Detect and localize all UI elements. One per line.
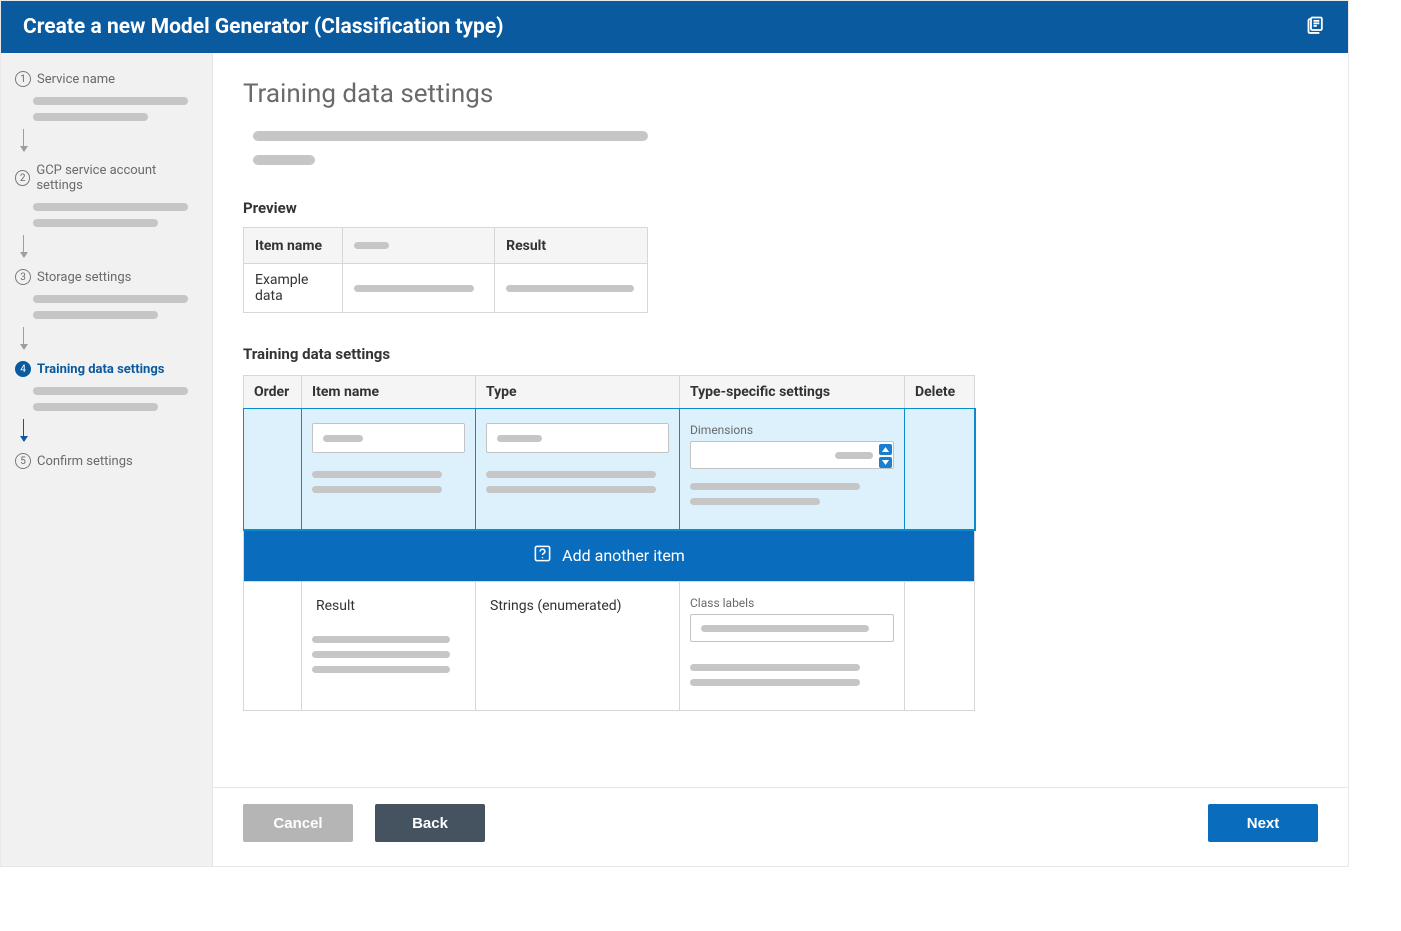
training-row-active: Dimensions <box>244 409 975 530</box>
training-data-table: Order Item name Type Type-specific setti… <box>243 375 975 711</box>
step-arrow-icon <box>23 129 24 151</box>
docs-icon[interactable] <box>1306 15 1326 39</box>
item-name-value: Result <box>312 596 465 614</box>
topbar: Create a new Model Generator (Classifica… <box>1 1 1348 53</box>
th-item: Item name <box>302 376 476 409</box>
add-another-item-button[interactable]: Add another item <box>244 530 974 581</box>
th-type: Type <box>476 376 680 409</box>
type-cell <box>476 409 680 530</box>
preview-row-label: Example data <box>244 264 343 313</box>
sidebar-step-3[interactable]: 3 Storage settings <box>15 269 198 319</box>
preview-header-blank <box>343 228 495 264</box>
th-delete: Delete <box>905 376 975 409</box>
dimensions-input[interactable] <box>690 441 894 469</box>
dimensions-label: Dimensions <box>690 423 894 437</box>
sidebar-step-1[interactable]: 1 Service name <box>15 71 198 121</box>
help-icon <box>533 544 552 567</box>
item-name-cell <box>302 409 476 530</box>
preview-cell <box>343 264 495 313</box>
training-heading: Training data settings <box>243 345 1316 363</box>
th-typespec: Type-specific settings <box>680 376 905 409</box>
class-labels-label: Class labels <box>690 596 894 610</box>
item-name-input[interactable] <box>312 423 465 453</box>
typespec-cell: Dimensions <box>680 409 905 530</box>
sidebar-step-5[interactable]: 5 Confirm settings <box>15 453 198 469</box>
page-header-title: Create a new Model Generator (Classifica… <box>23 15 504 39</box>
delete-cell <box>905 409 975 530</box>
class-labels-input[interactable] <box>690 614 894 642</box>
order-cell <box>244 409 302 530</box>
step-number: 1 <box>15 71 31 87</box>
preview-table: Item name Result Example data <box>243 227 648 313</box>
step-arrow-icon <box>23 235 24 257</box>
step-label: Storage settings <box>37 270 131 285</box>
typespec-cell: Class labels <box>680 582 905 711</box>
step-number: 3 <box>15 269 31 285</box>
spinner-up-icon[interactable] <box>879 444 892 455</box>
item-name-cell: Result <box>302 582 476 711</box>
sidebar-step-4[interactable]: 4 Training data settings <box>15 361 198 411</box>
step-label: GCP service account settings <box>36 163 198 193</box>
type-value: Strings (enumerated) <box>486 596 669 614</box>
preview-header-item: Item name <box>244 228 343 264</box>
step-label: Training data settings <box>37 362 164 377</box>
th-order: Order <box>244 376 302 409</box>
preview-cell <box>495 264 648 313</box>
wizard-sidebar: 1 Service name 2 GCP service account set… <box>1 53 213 866</box>
add-item-label: Add another item <box>562 546 685 565</box>
step-number: 2 <box>15 170 30 186</box>
back-button[interactable]: Back <box>375 804 485 842</box>
add-item-row: Add another item <box>244 530 975 582</box>
step-label: Confirm settings <box>37 454 133 469</box>
sidebar-step-2[interactable]: 2 GCP service account settings <box>15 163 198 227</box>
next-button[interactable]: Next <box>1208 804 1318 842</box>
order-cell <box>244 582 302 711</box>
step-number: 5 <box>15 453 31 469</box>
spinner-down-icon[interactable] <box>879 457 892 468</box>
type-cell: Strings (enumerated) <box>476 582 680 711</box>
preview-header-result: Result <box>495 228 648 264</box>
step-label: Service name <box>37 72 115 87</box>
training-row-result: Result Strings (enumerated) Class labels <box>244 582 975 711</box>
page-title: Training data settings <box>243 79 1316 109</box>
wizard-footer: Cancel Back Next <box>213 787 1348 866</box>
step-arrow-icon <box>23 327 24 349</box>
type-input[interactable] <box>486 423 669 453</box>
preview-heading: Preview <box>243 199 1316 217</box>
cancel-button[interactable]: Cancel <box>243 804 353 842</box>
delete-cell <box>905 582 975 711</box>
step-arrow-icon <box>23 419 24 441</box>
step-number: 4 <box>15 361 31 377</box>
